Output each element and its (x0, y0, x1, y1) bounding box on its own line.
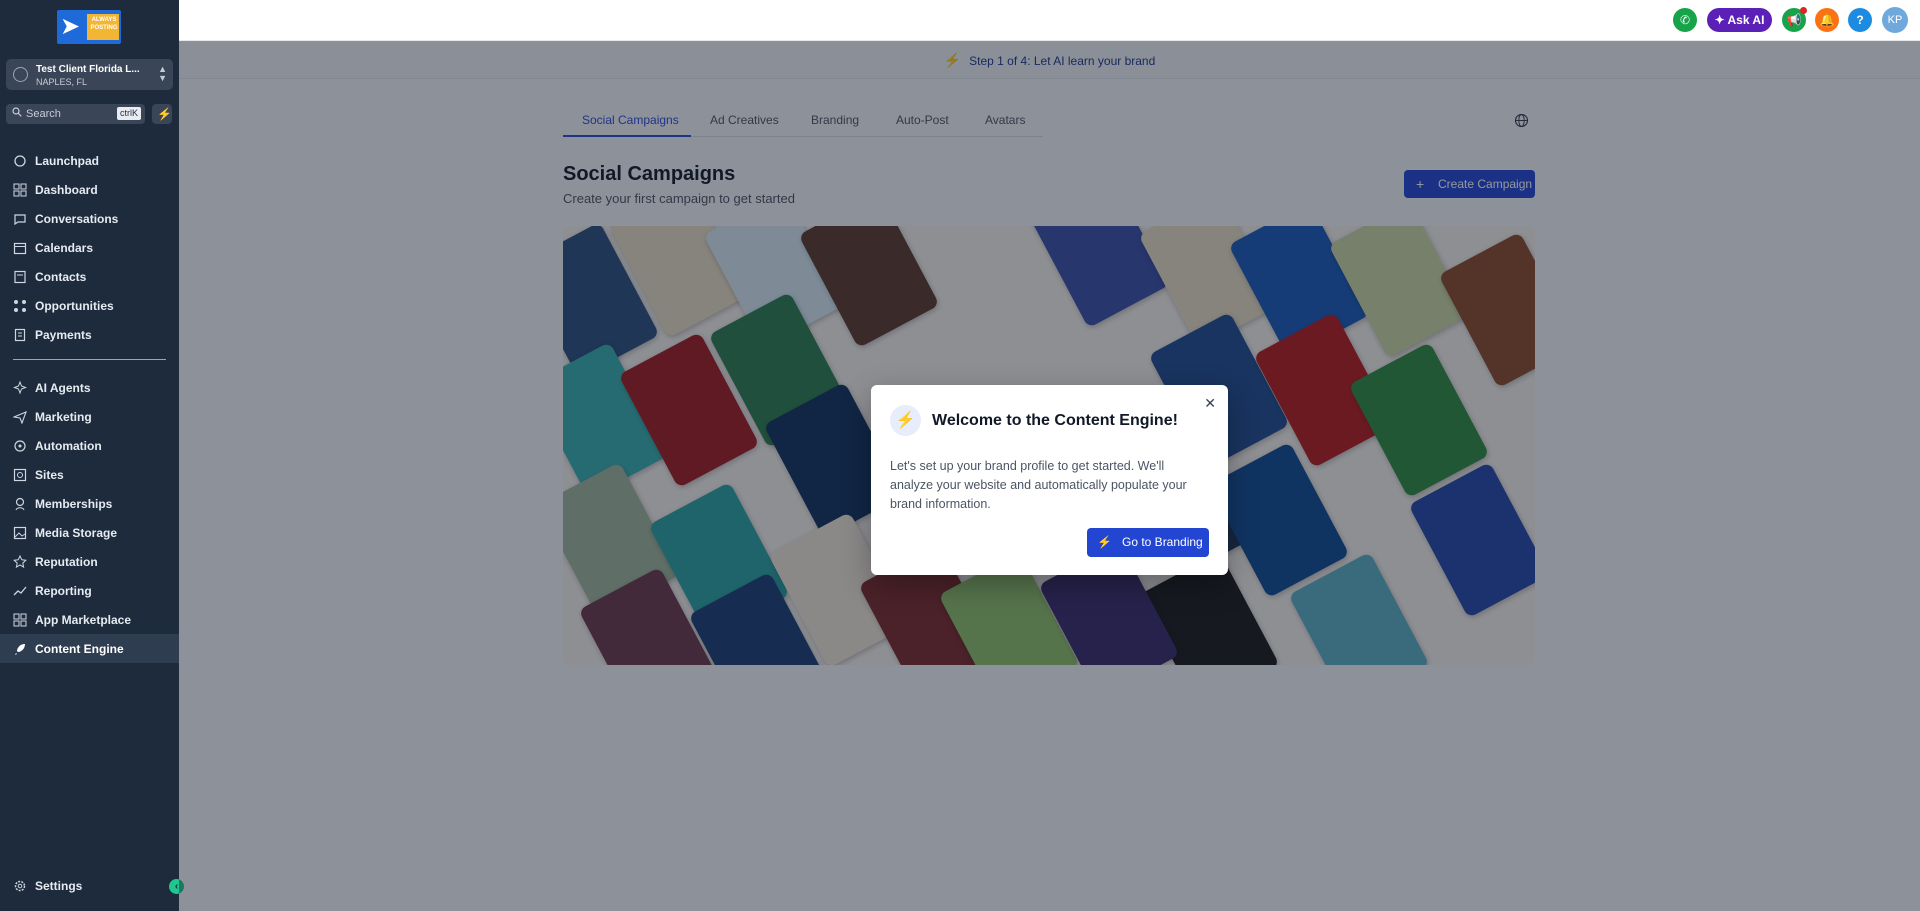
media-icon (13, 526, 27, 540)
bolt-icon: ⚡ (1097, 535, 1112, 549)
megaphone-icon: 📢 (1786, 13, 1802, 27)
notifications-button[interactable]: 🔔 (1815, 8, 1839, 32)
quick-action-button[interactable]: ⚡ (152, 104, 172, 124)
modal-body: Let's set up your brand profile to get s… (890, 459, 1187, 511)
sidebar-item-memberships[interactable]: Memberships (0, 489, 179, 518)
sidebar-divider (13, 359, 166, 360)
ask-ai-label: Ask AI (1727, 13, 1765, 27)
calendar-icon (13, 241, 27, 255)
sidebar-item-reputation[interactable]: Reputation (0, 547, 179, 576)
welcome-modal: ⚡ Welcome to the Content Engine! ✕ Let's… (871, 385, 1228, 575)
bolt-icon: ⚡ (890, 405, 921, 436)
search-shortcut: ctrlK (117, 107, 141, 120)
sidebar-item-label: Calendars (35, 240, 94, 255)
memberships-icon (13, 497, 27, 511)
sidebar-item-contacts[interactable]: Contacts (0, 262, 179, 291)
sidebar-item-label: Sites (35, 467, 64, 482)
sparkle-icon: ✦ (1714, 13, 1725, 27)
sidebar-item-label: Memberships (35, 496, 113, 511)
paper-plane-icon: ➤ (60, 13, 81, 40)
brand-logo[interactable]: ➤ ALWAYS POSTING (57, 10, 121, 44)
phone-button[interactable]: ✆ (1673, 8, 1697, 32)
account-location: NAPLES, FL (36, 77, 88, 87)
sites-icon (13, 468, 27, 482)
location-avatar-icon (13, 67, 28, 82)
account-switcher[interactable]: Test Client Florida L... NAPLES, FL ▲ ▼ (6, 59, 173, 90)
search-placeholder: Search (26, 108, 61, 120)
sidebar-item-label: Settings (35, 878, 83, 893)
help-icon: ? (1856, 13, 1864, 27)
sidebar-item-label: Launchpad (35, 153, 100, 168)
bell-icon: 🔔 (1819, 13, 1835, 27)
sidebar-item-settings[interactable]: Settings (0, 871, 179, 900)
sidebar-item-calendars[interactable]: Calendars (0, 233, 179, 262)
user-avatar[interactable]: KP (1882, 7, 1908, 33)
sidebar-item-label: Contacts (35, 269, 87, 284)
sidebar-item-launchpad[interactable]: Launchpad (0, 146, 179, 175)
chat-icon (13, 212, 27, 226)
rocket-icon (13, 642, 27, 656)
sidebar-item-dashboard[interactable]: Dashboard (0, 175, 179, 204)
sidebar-item-label: Payments (35, 327, 92, 342)
go-to-branding-button[interactable]: ⚡ Go to Branding (1087, 528, 1209, 557)
sidebar-item-label: Media Storage (35, 525, 118, 540)
sidebar-nav-bottom: AI Agents Marketing Automation Sites Mem… (0, 373, 179, 663)
search-icon (12, 107, 22, 117)
top-bar: ✆ ✦ Ask AI 📢 🔔 ? KP (179, 0, 1920, 41)
sidebar-item-sites[interactable]: Sites (0, 460, 179, 489)
sidebar-item-label: Dashboard (35, 182, 98, 197)
payments-icon (13, 328, 27, 342)
reporting-icon (13, 584, 27, 598)
sidebar-item-payments[interactable]: Payments (0, 320, 179, 349)
sidebar-item-opportunities[interactable]: Opportunities (0, 291, 179, 320)
sidebar-item-label: App Marketplace (35, 612, 132, 627)
go-to-branding-label: Go to Branding (1122, 535, 1203, 549)
automation-icon (13, 439, 27, 453)
modal-title: Welcome to the Content Engine! (932, 412, 1178, 429)
account-name: Test Client Florida L... (36, 64, 140, 75)
star-icon (13, 554, 27, 569)
phone-icon: ✆ (1679, 13, 1691, 27)
sidebar-item-marketing[interactable]: Marketing (0, 402, 179, 431)
sidebar-settings[interactable]: Settings (0, 871, 179, 900)
sidebar-item-label: Content Engine (35, 641, 124, 656)
notification-dot (1800, 7, 1807, 14)
sidebar-item-label: Conversations (35, 211, 119, 226)
dashboard-icon (13, 183, 27, 197)
logo-text: ALWAYS POSTING (90, 17, 118, 31)
gear-icon (13, 879, 27, 893)
sidebar-item-reporting[interactable]: Reporting (0, 576, 179, 605)
sidebar: ➤ ALWAYS POSTING Test Client Florida L..… (0, 0, 184, 911)
contacts-icon (13, 270, 27, 284)
sidebar-item-media-storage[interactable]: Media Storage (0, 518, 179, 547)
opportunities-icon (13, 299, 27, 313)
launchpad-icon (13, 154, 27, 168)
sidebar-item-label: Opportunities (35, 298, 114, 313)
chevron-updown-icon: ▲ ▼ (158, 64, 167, 83)
ask-ai-button[interactable]: ✦ Ask AI (1707, 8, 1772, 32)
sidebar-item-ai-agents[interactable]: AI Agents (0, 373, 179, 402)
help-button[interactable]: ? (1848, 8, 1872, 32)
sidebar-item-automation[interactable]: Automation (0, 431, 179, 460)
sidebar-nav-top: Launchpad Dashboard Conversations Calend… (0, 146, 179, 349)
bolt-icon: ⚡ (157, 107, 172, 121)
sidebar-item-content-engine[interactable]: Content Engine (0, 634, 179, 663)
ai-agents-icon (13, 380, 27, 395)
marketplace-icon (13, 613, 27, 627)
sidebar-item-label: Marketing (35, 409, 92, 424)
sidebar-item-label: AI Agents (35, 380, 91, 395)
user-initials: KP (1887, 14, 1903, 26)
sidebar-item-label: Reporting (35, 583, 92, 598)
sidebar-item-label: Reputation (35, 554, 98, 569)
marketing-icon (12, 410, 27, 425)
sidebar-item-label: Automation (35, 438, 102, 453)
search-input[interactable]: Search ctrlK (6, 104, 145, 124)
sidebar-item-app-marketplace[interactable]: App Marketplace (0, 605, 179, 634)
close-icon[interactable]: ✕ (1204, 395, 1216, 412)
sidebar-item-conversations[interactable]: Conversations (0, 204, 179, 233)
